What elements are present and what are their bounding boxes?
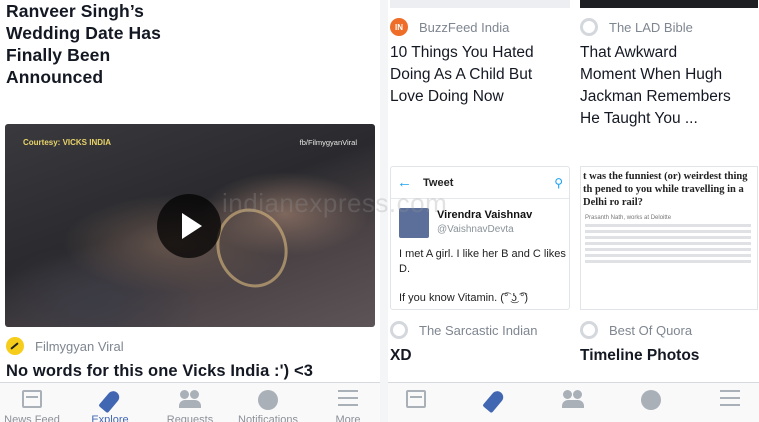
tweet-author-name: Virendra Vaishnav: [437, 209, 533, 221]
page-avatar-icon: [580, 18, 598, 36]
tab-label: Explore: [91, 414, 129, 422]
filmygyan-logo-icon: [6, 337, 24, 355]
card-source-buzzfeed[interactable]: IN BuzzFeed India: [390, 18, 509, 36]
people-icon: [562, 390, 584, 408]
card-headline-line: Doing As A Child But: [390, 66, 533, 83]
post-source-name: Filmygyan Viral: [35, 338, 124, 354]
text-line-placeholder: [585, 254, 751, 257]
page-avatar-icon: [580, 321, 598, 339]
card-headline-lad-bible[interactable]: That Awkward Moment When Hugh Jackman Re…: [580, 42, 758, 130]
tab-label: Notifications: [238, 414, 298, 422]
play-icon[interactable]: [157, 194, 221, 258]
story-headline-line: Announced: [6, 67, 104, 87]
card-headline-buzzfeed[interactable]: 10 Things You Hated Doing As A Child But…: [390, 42, 570, 108]
card-headline-line: He Taught You ...: [580, 110, 698, 127]
quora-thumbnail[interactable]: t was the funniest (or) weirdest thing t…: [580, 166, 758, 310]
text-line-placeholder: [585, 242, 751, 245]
tweet-text: I met A girl. I like her B and C likes D…: [399, 248, 566, 275]
story-headline[interactable]: Ranveer Singh’s Wedding Date Has Finally…: [6, 0, 161, 88]
card-headline-sarcastic-indian[interactable]: XD: [390, 345, 412, 367]
card-source-name: BuzzFeed India: [419, 19, 510, 35]
page-avatar-icon: [390, 321, 408, 339]
text-line-placeholder: [585, 224, 751, 227]
video-post-headline[interactable]: No words for this one Vicks India :') <3: [6, 360, 313, 382]
card-thumbnail-edge: [390, 0, 570, 8]
video-courtesy-text: Courtesy: VICKS INDIA: [23, 138, 112, 147]
tab-bar-right: [388, 382, 759, 422]
card-headline-line: 10 Things You Hated: [390, 44, 534, 61]
quora-answer-author: Prasanth Nath, works at Deloitte: [585, 215, 672, 221]
card-source-name: Best Of Quora: [609, 322, 693, 338]
tab-label: News Feed: [4, 414, 60, 422]
news-feed-icon: [406, 390, 426, 408]
menu-icon: [720, 390, 740, 406]
card-source-name: The Sarcastic Indian: [419, 322, 538, 338]
tab-bar: News Feed Explore Requests Notifications…: [0, 382, 380, 422]
text-line-placeholder: [585, 248, 751, 251]
card-thumbnail-edge: [580, 0, 758, 8]
tab-label: More: [335, 414, 361, 422]
card-headline-line: That Awkward: [580, 44, 678, 61]
story-headline-line: Wedding Date Has: [6, 23, 161, 43]
rocket-icon: [482, 388, 506, 414]
card-headline-line: Love Doing Now: [390, 88, 504, 105]
card-headline-line: Jackman Remembers: [580, 88, 731, 105]
search-icon: ⚲: [554, 175, 563, 190]
globe-icon: [258, 390, 278, 410]
card-headline-best-of-quora[interactable]: Timeline Photos: [580, 345, 699, 367]
card-source-best-of-quora[interactable]: Best Of Quora: [580, 321, 692, 339]
card-headline-line: Moment When Hugh: [580, 66, 723, 83]
tweet-header-title: Tweet: [423, 176, 454, 189]
story-headline-line: Finally Been: [6, 45, 111, 65]
post-source[interactable]: Filmygyan Viral: [6, 337, 124, 355]
text-line-placeholder: [585, 260, 751, 263]
card-source-sarcastic-indian[interactable]: The Sarcastic Indian: [390, 321, 538, 339]
video-thumbnail[interactable]: Courtesy: VICKS INDIA fb/FilmygyanViral: [5, 124, 375, 327]
people-icon: [179, 390, 201, 408]
text-line-placeholder: [585, 230, 751, 233]
menu-icon: [338, 390, 358, 406]
news-feed-icon: [22, 390, 42, 408]
globe-icon: [641, 390, 661, 410]
tweet-text: If you know Vitamin. (͡° ͜ʖ ͡°): [399, 292, 529, 304]
watermark: indianexpress.com: [222, 188, 448, 218]
rocket-icon: [98, 388, 122, 414]
text-line-placeholder: [585, 236, 751, 239]
video-handle-text: fb/FilmygyanViral: [299, 138, 357, 147]
tweet-author-handle: @VaishnavDevta: [437, 224, 514, 235]
story-headline-line: Ranveer Singh’s: [6, 1, 144, 21]
card-source-lad-bible[interactable]: The LAD Bible: [580, 18, 693, 36]
tab-label: Requests: [166, 414, 214, 422]
buzzfeed-logo-icon: IN: [390, 18, 408, 36]
quora-question-title: t was the funniest (or) weirdest thing t…: [583, 171, 748, 208]
card-source-name: The LAD Bible: [609, 19, 693, 35]
